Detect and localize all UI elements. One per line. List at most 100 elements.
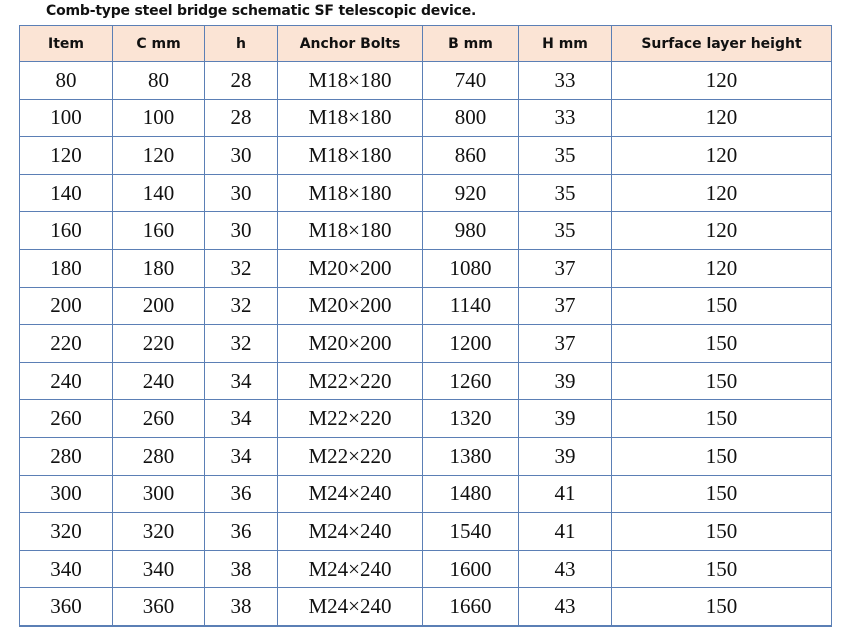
table-cell: 180 [112, 248, 205, 288]
table-cell: 33 [518, 98, 612, 138]
table-cell: 120 [112, 136, 205, 175]
table-cell: 240 [19, 361, 113, 401]
table-row: 280 280 34 M22×220 1380 39 150 [19, 436, 832, 476]
table-cell: 1320 [422, 399, 519, 438]
table-cell: 80 [19, 61, 113, 100]
table-cell: 300 [19, 474, 113, 514]
table-cell: 36 [204, 474, 278, 514]
table-cell: 36 [204, 512, 278, 551]
table-cell: 980 [422, 211, 519, 250]
table-cell: 35 [518, 173, 612, 213]
table-cell: 1140 [422, 286, 519, 326]
table-cell: 35 [518, 136, 612, 175]
table-cell: M20×200 [277, 286, 423, 326]
table-cell: M18×180 [277, 98, 423, 138]
table-cell: 1080 [422, 248, 519, 288]
table-cell: M22×220 [277, 436, 423, 476]
table-cell: 1200 [422, 324, 519, 363]
table-cell: 1260 [422, 361, 519, 401]
specification-table: Item C mm h Anchor Bolts B mm H mm Surface lay… [19, 25, 832, 627]
table-cell: 150 [611, 399, 832, 438]
table-cell: 150 [611, 286, 832, 326]
table-cell: 920 [422, 173, 519, 213]
table-cell: 1380 [422, 436, 519, 476]
table-cell: 39 [518, 399, 612, 438]
table-row: 80 80 28 M18×180 740 33 120 [19, 61, 832, 100]
table-row: 260 260 34 M22×220 1320 39 150 [19, 399, 832, 438]
table-cell: 220 [112, 324, 205, 363]
table-cell: 150 [611, 549, 832, 589]
table-cell: 140 [112, 173, 205, 213]
table-cell: 280 [19, 436, 113, 476]
table-cell: 340 [112, 549, 205, 589]
table-cell: 260 [112, 399, 205, 438]
table-cell: M18×180 [277, 61, 423, 100]
table-cell: 120 [19, 136, 113, 175]
table-row: 140 140 30 M18×180 920 35 120 [19, 173, 832, 213]
table-cell: 34 [204, 436, 278, 476]
table-cell: 860 [422, 136, 519, 175]
table-row: 220 220 32 M20×200 1200 37 150 [19, 324, 832, 363]
table-cell: M20×200 [277, 248, 423, 288]
table-cell: 37 [518, 324, 612, 363]
table-cell: 140 [19, 173, 113, 213]
table-row: 300 300 36 M24×240 1480 41 150 [19, 474, 832, 514]
table-cell: 260 [19, 399, 113, 438]
table-cell: 120 [611, 248, 832, 288]
table-cell: 41 [518, 474, 612, 514]
table-cell: 37 [518, 286, 612, 326]
table-cell: 32 [204, 286, 278, 326]
table-cell: 30 [204, 136, 278, 175]
table-title: Comb-type steel bridge schematic SF tele… [46, 3, 477, 19]
table-cell: 800 [422, 98, 519, 138]
table-cell: 32 [204, 248, 278, 288]
table-cell: 220 [19, 324, 113, 363]
table-cell: 34 [204, 399, 278, 438]
table-cell: 320 [19, 512, 113, 551]
column-header: C mm [112, 25, 205, 62]
table-row: 180 180 32 M20×200 1080 37 120 [19, 248, 832, 288]
table-cell: 740 [422, 61, 519, 100]
table-cell: 360 [112, 587, 205, 627]
table-cell: 30 [204, 173, 278, 213]
column-header: h [204, 25, 278, 62]
table-cell: 240 [112, 361, 205, 401]
table-cell: 120 [611, 173, 832, 213]
table-cell: 1600 [422, 549, 519, 589]
table-cell: 28 [204, 61, 278, 100]
table-row: 160 160 30 M18×180 980 35 120 [19, 211, 832, 250]
column-header: Surface layer height [611, 25, 832, 62]
header-row: Item C mm h Anchor Bolts B mm H mm Surface lay… [19, 25, 832, 62]
column-header: Anchor Bolts [277, 25, 423, 62]
column-header: H mm [518, 25, 612, 62]
table-row: 240 240 34 M22×220 1260 39 150 [19, 361, 832, 401]
table-cell: 200 [19, 286, 113, 326]
table-cell: 80 [112, 61, 205, 100]
table-cell: M18×180 [277, 173, 423, 213]
table-cell: M24×240 [277, 587, 423, 627]
table-cell: 43 [518, 587, 612, 627]
table-cell: 150 [611, 474, 832, 514]
table-cell: 35 [518, 211, 612, 250]
table-cell: M20×200 [277, 324, 423, 363]
table-cell: 150 [611, 361, 832, 401]
table-cell: 300 [112, 474, 205, 514]
table-row: 340 340 38 M24×240 1600 43 150 [19, 549, 832, 589]
table-cell: 38 [204, 587, 278, 627]
table-cell: M24×240 [277, 549, 423, 589]
table-row: 120 120 30 M18×180 860 35 120 [19, 136, 832, 175]
table-cell: 39 [518, 361, 612, 401]
table-cell: M22×220 [277, 399, 423, 438]
table-cell: 120 [611, 136, 832, 175]
column-header: Item [19, 25, 113, 62]
table-cell: 340 [19, 549, 113, 589]
table-cell: 150 [611, 324, 832, 363]
table-cell: 28 [204, 98, 278, 138]
table-cell: 150 [611, 512, 832, 551]
table-cell: 32 [204, 324, 278, 363]
table-cell: 100 [112, 98, 205, 138]
table-cell: M18×180 [277, 136, 423, 175]
table-cell: 150 [611, 436, 832, 476]
table-cell: 180 [19, 248, 113, 288]
table-cell: 39 [518, 436, 612, 476]
